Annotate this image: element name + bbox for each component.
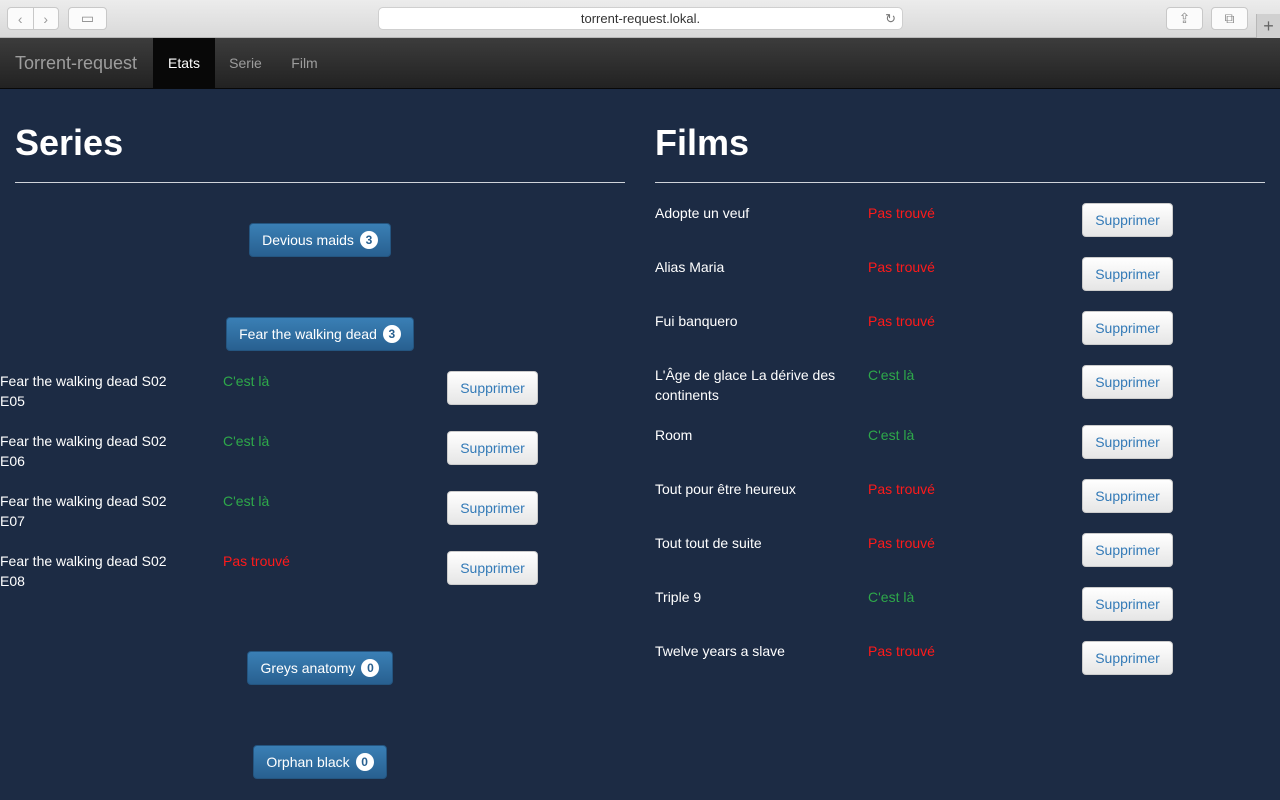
episode-status: C'est là xyxy=(223,433,270,449)
address-bar[interactable]: torrent-request.lokal. ↻ xyxy=(378,7,903,30)
delete-button[interactable]: Supprimer xyxy=(447,551,538,585)
film-status: Pas trouvé xyxy=(868,313,935,329)
series-button-devious-maids[interactable]: Devious maids 3 xyxy=(249,223,391,257)
delete-button[interactable]: Supprimer xyxy=(1082,203,1173,237)
series-button-label: Fear the walking dead xyxy=(239,326,377,342)
series-divider xyxy=(15,182,625,183)
film-name: Room xyxy=(655,427,693,443)
back-icon[interactable]: ‹ xyxy=(8,8,33,29)
episode-count-badge: 3 xyxy=(359,231,378,249)
film-status: Pas trouvé xyxy=(868,481,935,497)
episode-count-badge: 3 xyxy=(382,325,401,343)
episode-status: C'est là xyxy=(223,373,270,389)
nav-etats[interactable]: Etats xyxy=(153,38,215,88)
delete-button[interactable]: Supprimer xyxy=(447,371,538,405)
film-status: Pas trouvé xyxy=(868,643,935,659)
navbar: Torrent-request Etats Serie Film xyxy=(0,38,1280,89)
delete-button[interactable]: Supprimer xyxy=(447,491,538,525)
episode-status: C'est là xyxy=(223,493,270,509)
series-heading: Series xyxy=(15,122,124,163)
film-status: Pas trouvé xyxy=(868,259,935,275)
delete-button[interactable]: Supprimer xyxy=(1082,479,1173,513)
share-icon[interactable]: ⇪ xyxy=(1166,7,1203,30)
nav-film[interactable]: Film xyxy=(276,38,333,88)
film-status: Pas trouvé xyxy=(868,535,935,551)
films-divider xyxy=(655,182,1265,183)
delete-button[interactable]: Supprimer xyxy=(1082,587,1173,621)
new-tab-icon[interactable]: + xyxy=(1256,14,1280,38)
nav-serie[interactable]: Serie xyxy=(215,38,276,88)
delete-button[interactable]: Supprimer xyxy=(1082,311,1173,345)
delete-button[interactable]: Supprimer xyxy=(447,431,538,465)
url-text: torrent-request.lokal. xyxy=(580,11,701,26)
sidebar-toggle-icon[interactable]: ▭ xyxy=(68,7,107,30)
episode-status: Pas trouvé xyxy=(223,553,290,569)
film-name: Alias Maria xyxy=(655,259,725,275)
tabs-overview-icon[interactable]: ⧉ xyxy=(1211,7,1248,30)
delete-button[interactable]: Supprimer xyxy=(1082,641,1173,675)
film-name: Tout tout de suite xyxy=(655,535,762,551)
film-name: Triple 9 xyxy=(655,589,702,605)
delete-button[interactable]: Supprimer xyxy=(1082,425,1173,459)
series-button-fear-the-walking-dead[interactable]: Fear the walking dead 3 xyxy=(226,317,414,351)
film-name: Fui banquero xyxy=(655,313,738,329)
episode-count-badge: 0 xyxy=(355,753,374,771)
film-name: Twelve years a slave xyxy=(655,643,785,659)
film-name: Tout pour être heureux xyxy=(655,481,796,497)
episode-name: Fear the walking dead S02 E05 xyxy=(0,373,167,409)
films-heading: Films xyxy=(655,122,750,163)
episode-name: Fear the walking dead S02 E06 xyxy=(0,433,167,469)
film-status: Pas trouvé xyxy=(868,205,935,221)
film-name: L'Âge de glace La dérive des continents xyxy=(655,367,836,403)
episode-name: Fear the walking dead S02 E07 xyxy=(0,493,167,529)
brand[interactable]: Torrent-request xyxy=(15,53,137,74)
series-button-label: Greys anatomy xyxy=(260,660,356,676)
delete-button[interactable]: Supprimer xyxy=(1082,533,1173,567)
film-name: Adopte un veuf xyxy=(655,205,750,221)
series-button-label: Devious maids xyxy=(262,232,354,248)
episode-count-badge: 0 xyxy=(361,659,380,677)
film-status: C'est là xyxy=(868,367,915,383)
history-nav: ‹ › xyxy=(7,7,59,30)
film-status: C'est là xyxy=(868,427,915,443)
forward-icon[interactable]: › xyxy=(32,8,59,29)
series-button-greys-anatomy[interactable]: Greys anatomy 0 xyxy=(247,651,393,685)
browser-toolbar: ‹ › ▭ torrent-request.lokal. ↻ ⇪ ⧉ + xyxy=(0,0,1280,38)
reload-icon[interactable]: ↻ xyxy=(885,11,896,27)
episode-name: Fear the walking dead S02 E08 xyxy=(0,553,167,589)
series-button-label: Orphan black xyxy=(266,754,350,770)
delete-button[interactable]: Supprimer xyxy=(1082,365,1173,399)
series-button-orphan-black[interactable]: Orphan black 0 xyxy=(253,745,387,779)
delete-button[interactable]: Supprimer xyxy=(1082,257,1173,291)
film-status: C'est là xyxy=(868,589,915,605)
